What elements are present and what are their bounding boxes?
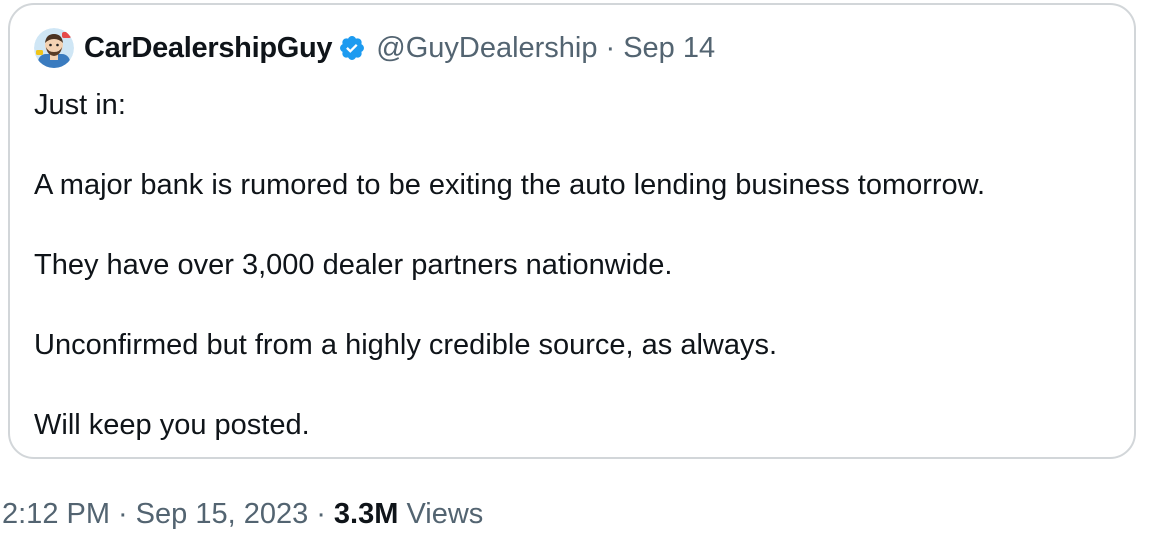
post-date[interactable]: Sep 15, 2023 <box>136 498 309 530</box>
metadata-separator: · <box>118 498 128 530</box>
quoted-tweet-card[interactable]: CarDealershipGuy @GuyDealership · Sep 14… <box>8 3 1136 459</box>
avatar[interactable] <box>34 28 74 68</box>
author-handle[interactable]: @GuyDealership <box>376 32 597 65</box>
metadata-separator: · <box>316 498 326 530</box>
tweet-metadata: 2:12 PM · Sep 15, 2023 · 3.3M Views <box>2 494 483 534</box>
verified-badge-icon <box>340 36 365 60</box>
views-count: 3.3M <box>333 498 399 530</box>
tweet-paragraph: Just in: <box>34 89 126 121</box>
tweet-date[interactable]: Sep 14 <box>623 32 715 65</box>
header-separator: · <box>605 31 616 64</box>
tweet-header: CarDealershipGuy @GuyDealership · Sep 14 <box>34 27 715 69</box>
avatar-icon <box>34 28 74 68</box>
tweet-text: Just in: A major bank is rumored to be e… <box>34 85 1114 445</box>
tweet-paragraph: Will keep you posted. <box>34 409 310 441</box>
author-display-name[interactable]: CarDealershipGuy <box>84 32 333 65</box>
tweet-paragraph: Unconfirmed but from a highly credible s… <box>34 329 778 361</box>
tweet-paragraph: A major bank is rumored to be exiting th… <box>34 169 986 201</box>
tweet-paragraph: They have over 3,000 dealer partners nat… <box>34 249 673 281</box>
views-label: Views <box>406 498 484 530</box>
post-time[interactable]: 2:12 PM <box>2 498 110 530</box>
